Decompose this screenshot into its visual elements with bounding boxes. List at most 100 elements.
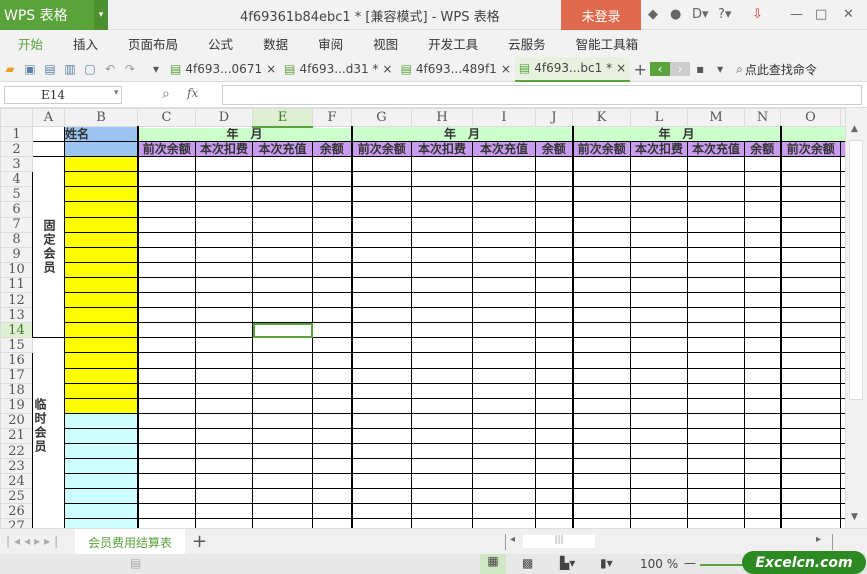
- cell[interactable]: [535, 397, 573, 414]
- cell[interactable]: [744, 307, 781, 324]
- cell[interactable]: [312, 261, 352, 278]
- reading-mode-icon[interactable]: ▮▾: [600, 556, 613, 570]
- row-header-24[interactable]: 24: [0, 473, 33, 490]
- cell[interactable]: [411, 201, 473, 218]
- cell[interactable]: [350, 156, 412, 173]
- cell[interactable]: [350, 246, 412, 263]
- menu-view[interactable]: 视图: [373, 34, 398, 53]
- column-header-h[interactable]: H: [411, 108, 473, 127]
- menu-toolbox[interactable]: 智能工具箱: [576, 34, 639, 53]
- cell[interactable]: [411, 276, 473, 294]
- zoom-level[interactable]: 100 %: [640, 557, 678, 571]
- name-cell[interactable]: [64, 171, 138, 188]
- cell[interactable]: [630, 337, 688, 354]
- cell-a1[interactable]: [32, 125, 65, 143]
- cell[interactable]: [252, 473, 313, 490]
- name-cell[interactable]: [64, 201, 138, 218]
- cell[interactable]: [687, 156, 745, 173]
- formula-input[interactable]: [222, 85, 862, 105]
- cell[interactable]: [411, 246, 473, 263]
- cell[interactable]: [687, 352, 745, 369]
- cell[interactable]: [472, 503, 536, 520]
- cell[interactable]: [195, 231, 253, 248]
- row-header-22[interactable]: 22: [0, 442, 33, 460]
- cell[interactable]: [571, 186, 631, 203]
- cell[interactable]: [312, 382, 352, 399]
- cell[interactable]: [252, 156, 313, 173]
- cell[interactable]: [744, 458, 781, 475]
- cell-b2[interactable]: [64, 141, 138, 158]
- cell[interactable]: [195, 171, 253, 188]
- cell[interactable]: [411, 488, 473, 505]
- cell[interactable]: [535, 261, 573, 278]
- cell[interactable]: [571, 307, 631, 324]
- row-header-21[interactable]: 21: [0, 427, 33, 444]
- cell[interactable]: [136, 518, 196, 528]
- print-icon[interactable]: ▥: [60, 62, 80, 76]
- help-icon[interactable]: ?▾: [718, 7, 731, 22]
- column-header-o[interactable]: O: [780, 108, 841, 127]
- cell[interactable]: [312, 292, 352, 309]
- name-cell[interactable]: [64, 337, 138, 354]
- cell[interactable]: [687, 276, 745, 294]
- cell[interactable]: [535, 171, 573, 188]
- cell[interactable]: [779, 427, 841, 444]
- cell[interactable]: [136, 307, 196, 324]
- column-header-l[interactable]: L: [630, 108, 688, 127]
- login-button[interactable]: 未登录: [561, 0, 641, 30]
- menu-data[interactable]: 数据: [263, 34, 288, 53]
- cell[interactable]: [136, 292, 196, 309]
- name-cell[interactable]: [64, 307, 138, 324]
- cell[interactable]: [411, 473, 473, 490]
- cell[interactable]: [744, 216, 781, 233]
- cell[interactable]: [136, 246, 196, 263]
- cell[interactable]: [136, 322, 196, 339]
- cell[interactable]: [136, 367, 196, 384]
- cell[interactable]: [472, 292, 536, 309]
- name-cell[interactable]: [64, 292, 138, 309]
- sub-header[interactable]: 余额: [312, 141, 352, 158]
- cell[interactable]: [195, 352, 253, 369]
- name-cell[interactable]: [64, 473, 138, 490]
- close-tab-icon[interactable]: ×: [266, 62, 276, 76]
- cell[interactable]: [350, 367, 412, 384]
- cell[interactable]: [195, 473, 253, 490]
- cell[interactable]: [571, 352, 631, 369]
- column-header-c[interactable]: C: [137, 108, 196, 127]
- cell[interactable]: [630, 518, 688, 528]
- cell[interactable]: [312, 412, 352, 429]
- cell[interactable]: [312, 216, 352, 233]
- print-preview-icon[interactable]: ▢: [80, 62, 100, 76]
- cell[interactable]: [535, 488, 573, 505]
- sheet-info-icon[interactable]: ▤: [130, 556, 141, 570]
- cell[interactable]: [571, 156, 631, 173]
- cell[interactable]: [312, 503, 352, 520]
- cell[interactable]: [779, 458, 841, 475]
- cell[interactable]: [779, 216, 841, 233]
- cell[interactable]: [687, 488, 745, 505]
- cell[interactable]: [744, 397, 781, 414]
- cell[interactable]: [472, 473, 536, 490]
- doc-tab[interactable]: ▤ 4f693...0671 ×: [166, 57, 280, 82]
- cell[interactable]: [312, 442, 352, 460]
- menu-developer[interactable]: 开发工具: [428, 34, 478, 53]
- cell[interactable]: [535, 518, 573, 528]
- cell[interactable]: [350, 382, 412, 399]
- cell[interactable]: [350, 412, 412, 429]
- cell[interactable]: [136, 503, 196, 520]
- cell[interactable]: [779, 382, 841, 399]
- cell[interactable]: [744, 201, 781, 218]
- cell[interactable]: [687, 367, 745, 384]
- cell[interactable]: [252, 337, 313, 354]
- cell[interactable]: [779, 292, 841, 309]
- name-cell[interactable]: [64, 518, 138, 528]
- row-header-23[interactable]: 23: [0, 458, 33, 475]
- cell[interactable]: [571, 261, 631, 278]
- cell[interactable]: [571, 367, 631, 384]
- cell[interactable]: [630, 246, 688, 263]
- cell[interactable]: [252, 322, 313, 339]
- cell[interactable]: [687, 231, 745, 248]
- row-header-14[interactable]: 14: [0, 322, 33, 339]
- cell[interactable]: [252, 442, 313, 460]
- cell[interactable]: [779, 261, 841, 278]
